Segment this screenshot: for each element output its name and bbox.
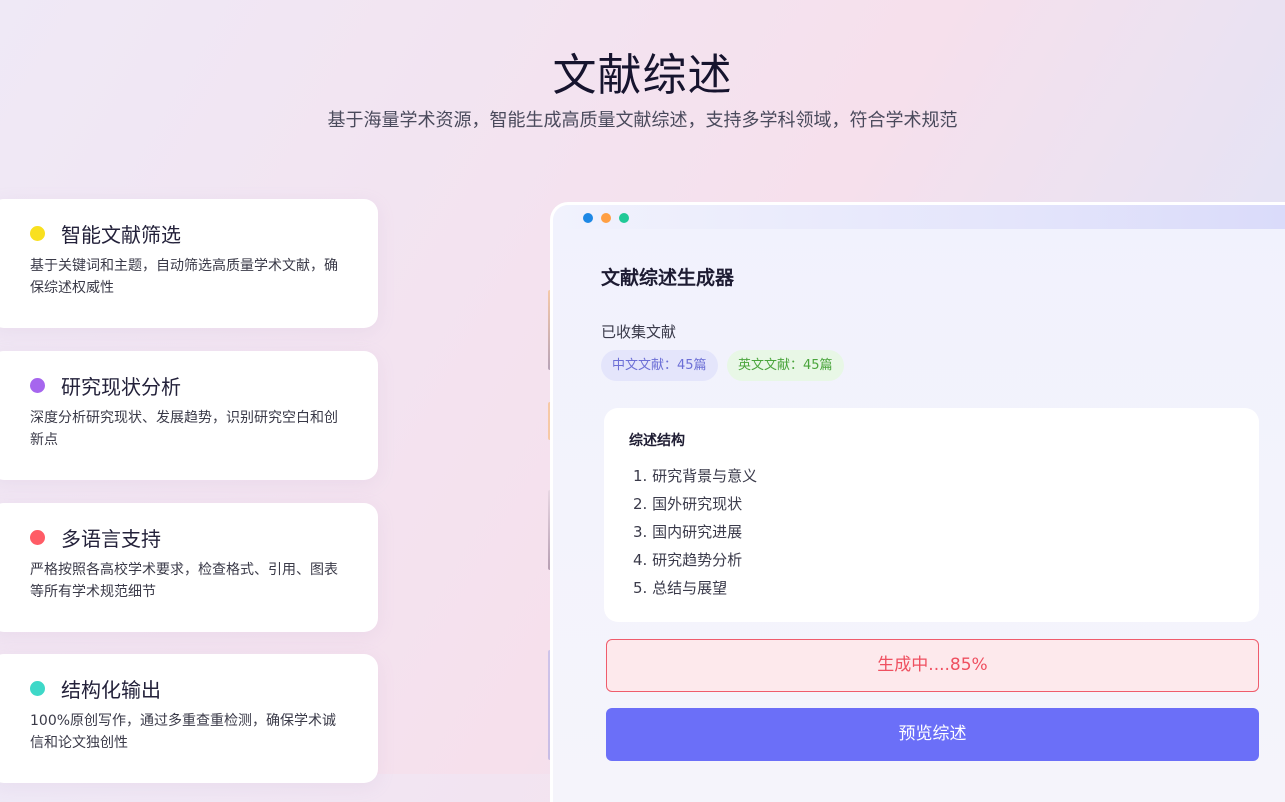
window-dot-green-icon [619,213,629,223]
window-dot-orange-icon [601,213,611,223]
preview-review-button[interactable]: 预览综述 [606,708,1259,761]
feature-title: 多语言支持 [61,526,161,551]
red-dot-icon [30,529,45,545]
page-title: 文献综述 [552,50,733,101]
yellow-dot-icon [30,225,45,241]
feature-title: 结构化输出 [61,677,161,702]
feature-card-multilingual: 多语言支持 严格按照各高校学术要求，检查格式、引用、图表等所有学术规范细节 [0,503,378,632]
feature-card-literature-filter: 智能文献筛选 基于关键词和主题，自动筛选高质量学术文献，确保综述权威性 [0,199,378,328]
feature-description: 深度分析研究现状、发展趋势，识别研究空白和创新点 [30,410,338,448]
outline-item: 3. 国内研究进展 [633,523,743,541]
feature-card-research-analysis: 研究现状分析 深度分析研究现状、发展趋势，识别研究空白和创新点 [0,351,378,480]
feature-description: 基于关键词和主题，自动筛选高质量学术文献，确保综述权威性 [30,258,338,296]
english-literature-tag: 英文文献：45篇 [727,350,844,381]
outline-item: 1. 研究背景与意义 [633,467,758,485]
feature-title: 研究现状分析 [61,374,181,399]
window-titlebar [553,205,1285,229]
teal-dot-icon [30,680,45,696]
outline-title: 综述结构 [629,433,685,449]
hero-section: 文献综述 基于海量学术资源，智能生成高质量文献综述，支持多学科领域，符合学术规范 [0,48,1285,134]
outline-list: 1. 研究背景与意义 2. 国外研究现状 3. 国内研究进展 4. 研究趋势分析… [629,462,1234,602]
generation-progress-status: 生成中....85% [606,639,1259,692]
feature-title: 智能文献筛选 [61,222,181,247]
review-generator-window: 文献综述生成器 已收集文献 中文文献：45篇 英文文献：45篇 综述结构 1. … [550,202,1285,802]
outline-item: 4. 研究趋势分析 [633,551,743,569]
chinese-literature-tag: 中文文献：45篇 [601,350,718,381]
outline-card: 综述结构 1. 研究背景与意义 2. 国外研究现状 3. 国内研究进展 4. 研… [604,408,1259,622]
window-dot-blue-icon [583,213,593,223]
collected-literature-label: 已收集文献 [601,323,677,341]
outline-item: 2. 国外研究现状 [633,495,743,513]
feature-card-structured-output: 结构化输出 100%原创写作，通过多重查重检测，确保学术诚信和论文独创性 [0,654,378,783]
app-title: 文献综述生成器 [601,267,735,289]
feature-description: 100%原创写作，通过多重查重检测，确保学术诚信和论文独创性 [30,713,337,751]
purple-dot-icon [30,377,45,393]
outline-item: 5. 总结与展望 [633,579,728,597]
feature-description: 严格按照各高校学术要求，检查格式、引用、图表等所有学术规范细节 [30,562,338,600]
page-subtitle: 基于海量学术资源，智能生成高质量文献综述，支持多学科领域，符合学术规范 [327,110,958,131]
